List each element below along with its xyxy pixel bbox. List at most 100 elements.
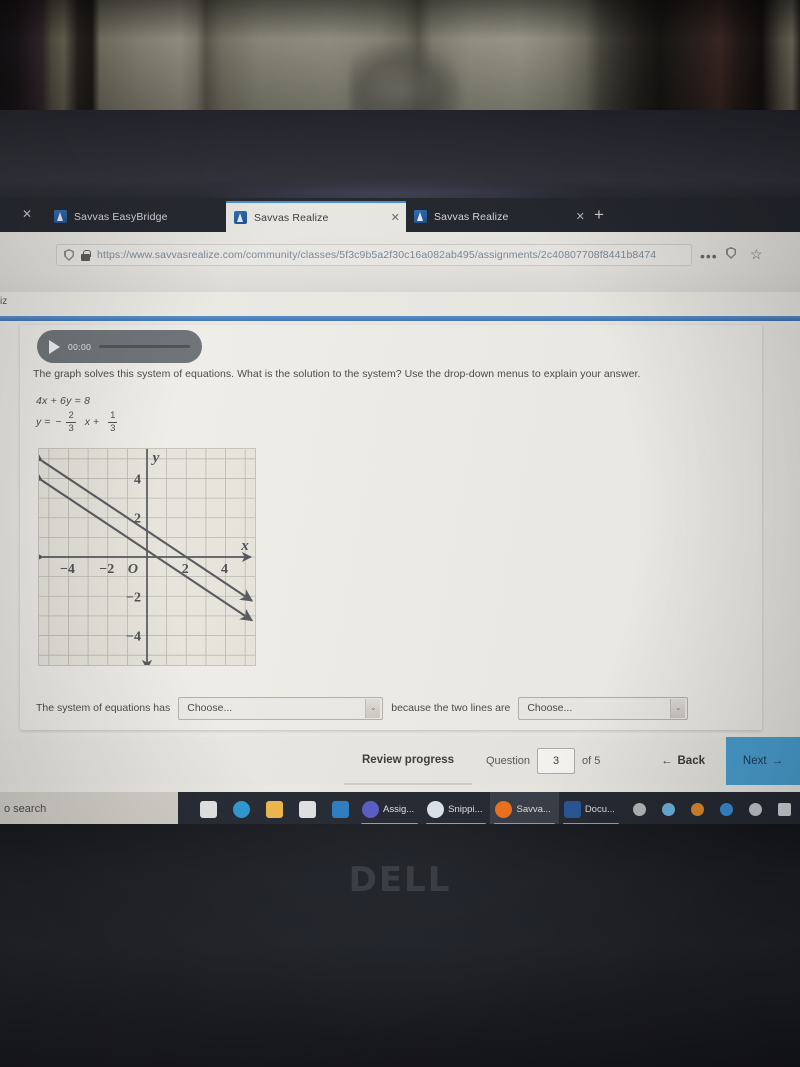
browser-tab-savvas-realize-2[interactable]: Savvas Realize ✕ (406, 201, 591, 232)
laptop-deck: DELL (0, 824, 800, 1067)
play-icon[interactable] (49, 339, 60, 354)
audio-progress-bar[interactable] (99, 345, 190, 348)
question-counter: Question 3 of 5 (472, 737, 640, 785)
question-label: Question (486, 755, 531, 767)
dropbox-icon (749, 802, 762, 816)
tray-dropbox-icon[interactable] (742, 792, 769, 826)
taskbar-word-icon[interactable]: Docu... (559, 792, 623, 826)
fraction-denominator: 3 (110, 422, 116, 434)
dell-logo: DELL (348, 860, 452, 900)
savvas-favicon (234, 211, 247, 224)
next-button-label: Next (742, 755, 767, 767)
tab-close-icon[interactable]: ✕ (381, 211, 400, 224)
svg-text:2: 2 (134, 512, 141, 527)
svg-text:−4: −4 (126, 630, 141, 645)
firefox-icon (495, 800, 513, 818)
svg-text:−2: −2 (126, 590, 141, 605)
fraction-numerator: 2 (66, 410, 76, 423)
taskbar-task-view-icon[interactable] (192, 792, 225, 826)
breadcrumb: iz (0, 296, 8, 307)
taskbar-item-label: Assig... (383, 803, 415, 815)
svg-text:2: 2 (182, 562, 189, 577)
quiz-toolbar: Review progress Question 3 of 5 ← Back N… (0, 737, 800, 785)
taskbar-teams-icon[interactable]: Assig... (357, 792, 422, 826)
browser-tab-title: Savvas Realize (254, 211, 329, 224)
audio-time: 00:00 (68, 341, 92, 352)
savvas-favicon (54, 210, 67, 223)
taskbar-mail-icon[interactable] (324, 792, 357, 826)
svg-text:4: 4 (134, 472, 141, 487)
back-button-label: Back (677, 755, 706, 767)
fraction-numerator: 1 (108, 410, 118, 423)
battery-icon (778, 802, 791, 816)
fraction-one-third: 1 3 (108, 410, 118, 434)
arrow-left-icon: ← (661, 755, 673, 767)
tab-close-icon[interactable]: ✕ (566, 210, 585, 223)
svg-text:−2: −2 (99, 562, 114, 577)
chevron-down-icon[interactable]: ⌄ (670, 698, 686, 718)
back-button[interactable]: ← Back (640, 737, 726, 785)
svg-text:y: y (151, 450, 160, 466)
tray-volume-muted-icon[interactable] (626, 792, 653, 826)
taskbar-item-label: Savva... (516, 803, 551, 815)
header-divider (0, 316, 800, 321)
browser-tab-savvas-easybridge[interactable]: Savvas EasyBridge ✕ (46, 201, 241, 232)
browser-tab-savvas-realize-active[interactable]: Savvas Realize ✕ (226, 201, 406, 232)
address-bar[interactable]: https://www.savvasrealize.com/community/… (56, 244, 692, 266)
audio-player[interactable]: 00:00 (37, 330, 202, 363)
taskbar-microsoft-store-icon[interactable] (291, 792, 324, 826)
browser-tab-strip: ✕ Savvas EasyBridge ✕ Savvas Realize ✕ S… (0, 198, 800, 232)
review-progress-button[interactable]: Review progress (344, 737, 472, 785)
protection-shield-icon[interactable] (726, 247, 736, 259)
question-number-input[interactable]: 3 (537, 748, 576, 774)
browser-tab-title: Savvas EasyBridge (74, 210, 168, 223)
equation-line-1: 4x + 6y = 8 (36, 395, 91, 407)
volume-muted-icon (633, 802, 646, 816)
svg-text:4: 4 (221, 562, 228, 577)
mail-icon (332, 800, 349, 818)
browser-window: ✕ Savvas EasyBridge ✕ Savvas Realize ✕ S… (0, 198, 800, 294)
question-prompt: The graph solves this system of equation… (33, 368, 641, 380)
taskbar-edge-icon[interactable] (225, 792, 258, 826)
question-total-label: of 5 (582, 755, 601, 767)
tray-bluetooth-icon[interactable] (713, 792, 740, 826)
onedrive-icon (691, 802, 704, 816)
graph-svg: −4 −2 O 2 4−4−224xy (39, 449, 255, 665)
bluetooth-icon (720, 802, 733, 816)
page-actions-icon[interactable]: ••• (700, 248, 718, 264)
tray-battery-icon[interactable] (771, 792, 798, 826)
equation-line-2: y = − 2 3 x + 1 3 (36, 410, 118, 434)
taskbar-file-explorer-icon[interactable] (258, 792, 291, 826)
microsoft-store-icon (299, 800, 316, 818)
task-view-icon (200, 800, 217, 818)
window-close-icon[interactable]: ✕ (22, 207, 32, 221)
bookmark-star-icon[interactable]: ☆ (750, 246, 763, 263)
taskbar-firefox-icon[interactable]: Savva... (490, 792, 559, 826)
taskbar-search-input[interactable]: o search (0, 792, 178, 826)
savvas-favicon (414, 210, 427, 223)
edge-icon (233, 800, 250, 818)
next-button[interactable]: Next → (726, 737, 800, 785)
new-tab-button[interactable]: + (594, 205, 604, 225)
answer-text-middle: because the two lines are (391, 702, 511, 714)
dropdown-line-relationship[interactable]: Choose... ⌄ (518, 696, 689, 720)
tray-network-icon[interactable] (655, 792, 682, 826)
dropdown-solution-count[interactable]: Choose... ⌄ (178, 696, 384, 720)
equation-mid: x + (84, 416, 100, 429)
fraction-denominator: 3 (68, 422, 74, 434)
system-tray (626, 792, 800, 826)
taskbar-app-icons: Assig... Snippi... Savva... Docu... (178, 792, 623, 826)
chevron-down-icon[interactable]: ⌄ (365, 698, 381, 718)
tracking-shield-icon[interactable] (64, 249, 74, 261)
background-shadow (0, 0, 800, 112)
taskbar-snipping-tool-icon[interactable]: Snippi... (422, 792, 490, 826)
svg-text:O: O (128, 562, 138, 577)
padlock-icon[interactable] (81, 249, 91, 261)
tray-onedrive-icon[interactable] (684, 792, 711, 826)
equation-lhs: y = (36, 416, 51, 429)
svg-text:x: x (240, 538, 249, 554)
answer-text-before: The system of equations has (36, 702, 171, 714)
dropdown-value: Choose... (187, 702, 233, 714)
file-explorer-icon (266, 800, 283, 818)
search-placeholder: o search (4, 803, 47, 815)
